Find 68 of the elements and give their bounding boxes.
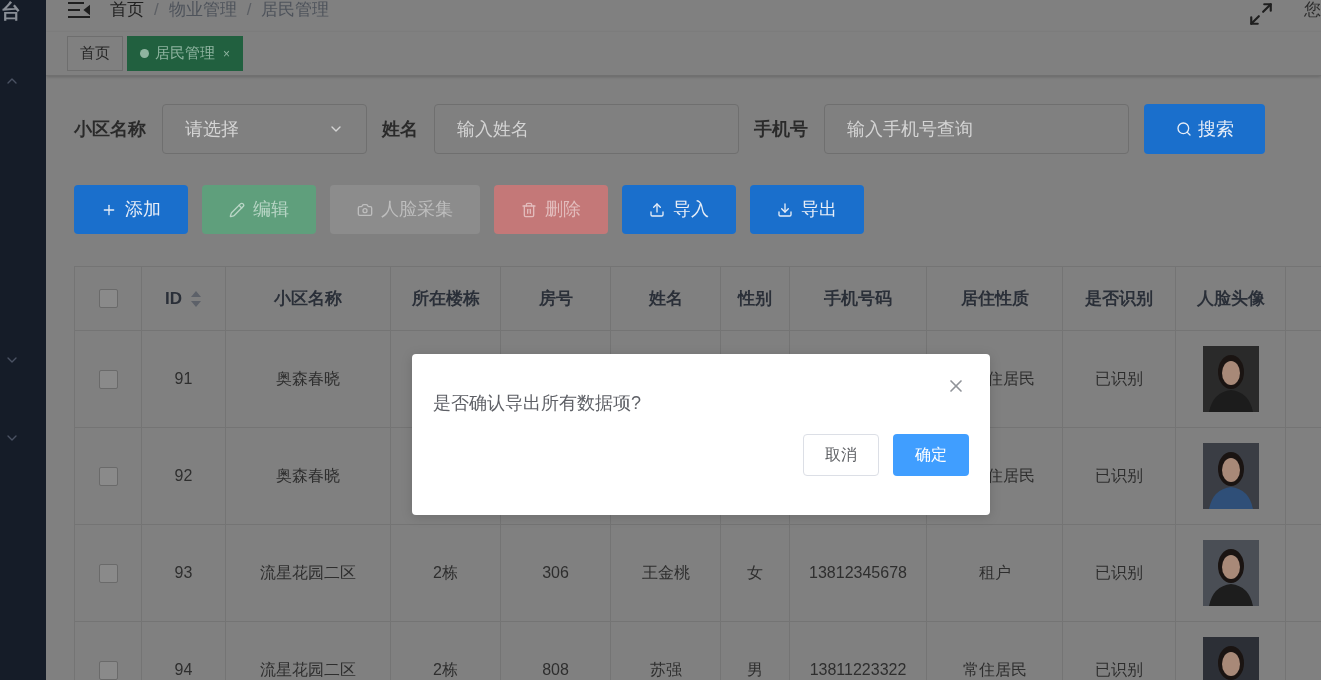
table-cell-text: 王金桃 bbox=[641, 563, 690, 583]
table-cell-text: 常住居民 bbox=[962, 660, 1027, 680]
checkbox[interactable] bbox=[98, 660, 118, 680]
breadcrumb-separator: / bbox=[246, 0, 252, 22]
close-tag[interactable]: × bbox=[223, 44, 230, 63]
table-cell-text: 已识别 bbox=[1095, 369, 1143, 389]
table-cell-text: 已识别 bbox=[1095, 563, 1143, 583]
column-header: 是否识别 bbox=[1085, 287, 1153, 310]
user-greeting[interactable]: 您 bbox=[1304, 0, 1321, 23]
table-cell-text: 流星花园二区 bbox=[260, 563, 356, 583]
checkbox[interactable] bbox=[98, 289, 118, 308]
column-header: 人脸头像 bbox=[1196, 287, 1265, 310]
select-field[interactable]: 请选择 bbox=[162, 104, 367, 154]
column-header: 房号 bbox=[538, 287, 573, 310]
search-button[interactable]: 搜索 bbox=[1144, 104, 1265, 154]
dialog-message: 是否确认导出所有数据项? bbox=[433, 392, 642, 415]
dialog-button[interactable]: 确定 bbox=[893, 434, 969, 476]
search-icon bbox=[1175, 121, 1192, 137]
upload-icon bbox=[649, 201, 665, 218]
tag-tab[interactable]: 居民管理 × bbox=[127, 36, 243, 71]
column-header: 所在楼栋 bbox=[411, 287, 480, 310]
toolbar-button[interactable]: 导出 bbox=[750, 185, 864, 234]
field-label: 姓名 bbox=[382, 117, 418, 141]
table-cell-text: 13811223322 bbox=[809, 660, 907, 680]
checkbox[interactable] bbox=[98, 563, 118, 583]
column-header: 小区名称 bbox=[274, 287, 342, 310]
table-cell-text: 93 bbox=[174, 563, 193, 583]
fullscreen-icon[interactable] bbox=[1248, 1, 1274, 27]
table-cell-text: 2栋 bbox=[433, 563, 458, 583]
field-label: 手机号 bbox=[754, 117, 808, 141]
table-cell-text: 91 bbox=[174, 369, 193, 389]
column-header: 性别 bbox=[738, 287, 772, 310]
table-cell-text: 13812345678 bbox=[809, 563, 907, 583]
checkbox[interactable] bbox=[98, 466, 118, 486]
field-label: 小区名称 bbox=[74, 117, 146, 141]
checkbox[interactable] bbox=[98, 369, 118, 389]
column-header: ID bbox=[165, 287, 182, 310]
column-header: 姓名 bbox=[648, 287, 683, 310]
column-header: 居住性质 bbox=[960, 287, 1029, 310]
pencil-icon bbox=[229, 201, 245, 218]
table-cell-text: 流星花园二区 bbox=[260, 660, 356, 680]
table-cell-text: 奥森春晓 bbox=[276, 466, 340, 486]
menu-icon[interactable] bbox=[68, 2, 90, 18]
table-cell-text: 已识别 bbox=[1095, 466, 1143, 486]
breadcrumb-item[interactable]: 首页 bbox=[110, 0, 144, 23]
trash-icon bbox=[521, 201, 537, 218]
table-cell-text: 808 bbox=[542, 660, 569, 680]
tag-tab[interactable]: 首页 bbox=[67, 36, 123, 71]
table-cell-text: 已识别 bbox=[1095, 660, 1143, 680]
input-field[interactable]: 输入姓名 bbox=[434, 104, 739, 154]
table-cell-text: 女 bbox=[747, 563, 763, 583]
table-cell-text: 租户 bbox=[978, 563, 1011, 583]
camera-icon bbox=[357, 201, 373, 218]
breadcrumb-separator: / bbox=[154, 0, 159, 22]
logo-text: 台 bbox=[1, 0, 21, 22]
table-cell-text: 奥森春晓 bbox=[276, 369, 340, 389]
table-cell-text: 92 bbox=[174, 466, 193, 486]
input-field[interactable]: 输入手机号查询 bbox=[824, 104, 1129, 154]
toolbar-button[interactable]: 添加 bbox=[74, 185, 188, 234]
dialog-button[interactable]: 取消 bbox=[803, 434, 879, 476]
download-icon bbox=[777, 201, 793, 218]
table-cell-text: 男 bbox=[747, 660, 763, 680]
column-header: 手机号码 bbox=[824, 287, 892, 310]
table-cell-text: 苏强 bbox=[649, 660, 682, 680]
table-cell-text: 306 bbox=[542, 563, 569, 583]
toolbar-button[interactable]: 导入 bbox=[622, 185, 736, 234]
table-cell-text: 2栋 bbox=[433, 660, 458, 680]
table-cell-text: 94 bbox=[174, 660, 193, 680]
